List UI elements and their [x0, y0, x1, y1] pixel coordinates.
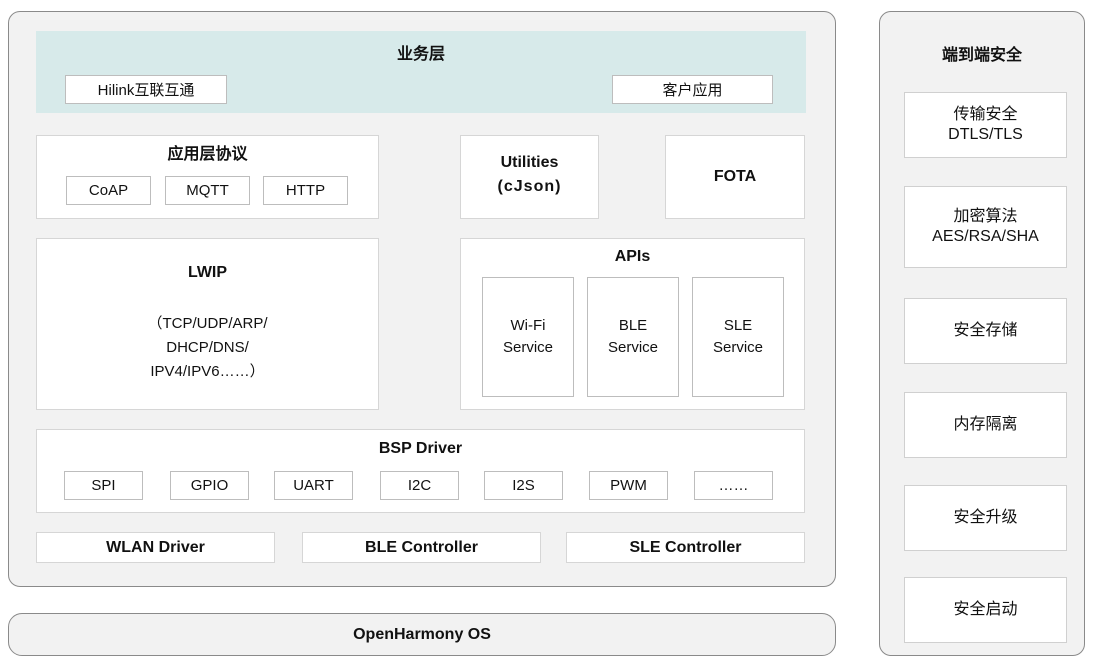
secure-upgrade-box: 安全升级	[904, 485, 1067, 551]
spi-box: SPI	[64, 471, 143, 500]
i2s-box: I2S	[484, 471, 563, 500]
http-box: HTTP	[263, 176, 348, 205]
secure-storage-box: 安全存储	[904, 298, 1067, 364]
wifi-service-box: Wi-Fi Service	[482, 277, 574, 397]
utilities-cjson: (cJson)	[497, 178, 562, 195]
i2c-box: I2C	[380, 471, 459, 500]
ble-controller-box: BLE Controller	[302, 532, 541, 563]
wlan-driver-box: WLAN Driver	[36, 532, 275, 563]
lwip-protocols: （TCP/UDP/ARP/ DHCP/DNS/ IPV4/IPV6……）	[147, 315, 268, 380]
memory-isolation-box: 内存隔离	[904, 392, 1067, 458]
bsp-driver-title: BSP Driver	[378, 440, 463, 457]
pwm-box: PWM	[589, 471, 668, 500]
transport-security-box: 传输安全 DTLS/TLS	[904, 92, 1067, 158]
sle-service-box: SLE Service	[692, 277, 784, 397]
lwip-title: LWIP	[187, 264, 228, 281]
coap-box: CoAP	[66, 176, 151, 205]
sle-controller-box: SLE Controller	[566, 532, 805, 563]
customer-application-box: 客户应用	[612, 75, 773, 104]
encryption-algorithm-box: 加密算法 AES/RSA/SHA	[904, 186, 1067, 268]
security-title: 端到端安全	[941, 47, 1022, 64]
uart-box: UART	[274, 471, 353, 500]
fota-box: FOTA	[665, 135, 805, 219]
utilities-title: Utilities	[500, 154, 559, 171]
hilink-interconnect-box: Hilink互联互通	[65, 75, 227, 104]
apis-title: APIs	[614, 248, 651, 265]
gpio-box: GPIO	[170, 471, 249, 500]
ble-service-box: BLE Service	[587, 277, 679, 397]
more-drivers-box: ……	[694, 471, 773, 500]
app-protocol-title: 应用层协议	[167, 146, 248, 163]
business-layer-title: 业务层	[396, 46, 445, 63]
secure-boot-box: 安全启动	[904, 577, 1067, 643]
openharmony-os-bar: OpenHarmony OS	[8, 613, 836, 656]
mqtt-box: MQTT	[165, 176, 250, 205]
